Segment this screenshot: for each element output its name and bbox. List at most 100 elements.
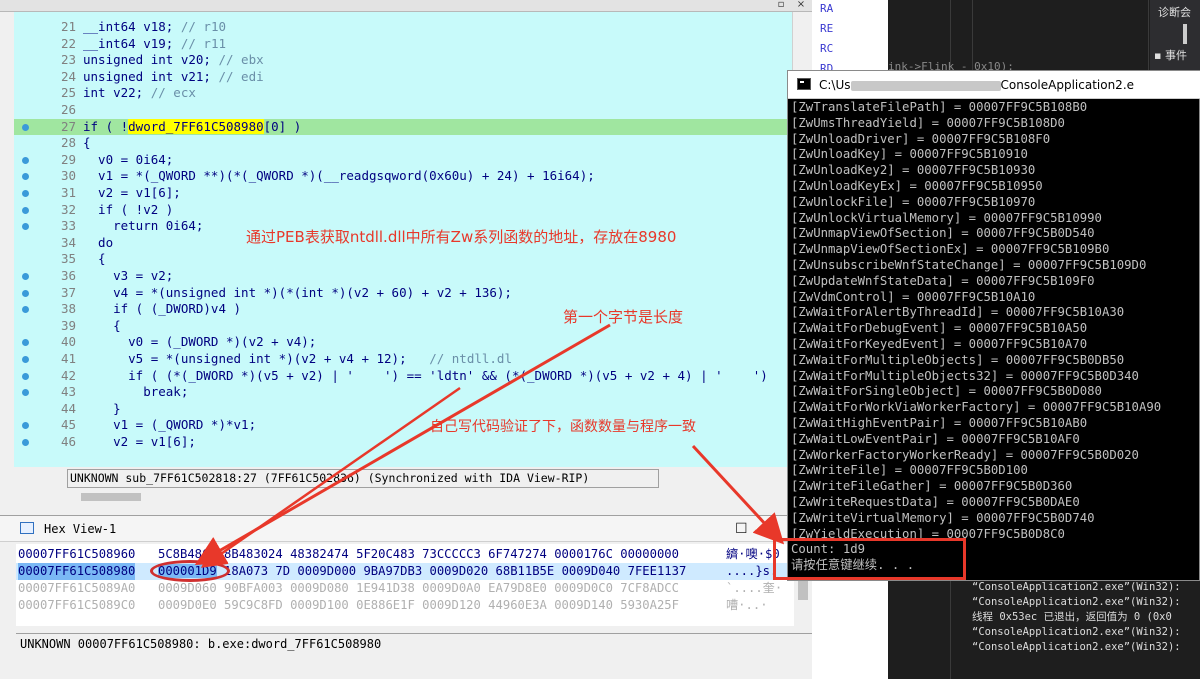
code-line[interactable]: 31 v2 = v1[6];: [14, 185, 792, 202]
breakpoint-dot-icon[interactable]: [22, 422, 29, 430]
events-label-text: 事件: [1164, 49, 1187, 62]
diagnostics-label[interactable]: 诊断会: [1158, 4, 1191, 20]
line-number: 39: [60, 317, 76, 333]
code-fragment: v2 = v1[6];: [83, 434, 196, 449]
hex-ascii: `....奎·: [726, 581, 783, 595]
code-line[interactable]: 21 __int64 v18; // r10: [14, 19, 792, 36]
hex-bytes[interactable]: 000001D9 18A073 7D 0009D000 9BA97DB3 000…: [158, 563, 686, 580]
locals-row-label: RC: [820, 42, 834, 55]
code-line[interactable]: 42 if ( (*(_DWORD *)(v5 + v2) | ' ') == …: [14, 368, 792, 385]
code-text: v0 = 0i64;: [83, 152, 173, 169]
breakpoint-dot-icon[interactable]: [22, 273, 29, 280]
line-number: 33: [60, 218, 76, 234]
console-line: [ZwUnmapViewOfSectionEx] = 00007FF9C5B10…: [791, 242, 1110, 257]
hex-address: 00007FF61C508960: [18, 547, 136, 561]
annotation-first-byte: 第一个字节是长度: [563, 308, 684, 326]
code-text: return 0i64;: [83, 218, 203, 235]
code-line[interactable]: 28 {: [14, 135, 792, 152]
hex-row[interactable]: 00007FF61C5089A0 0009D060 90BFA003 0009D0…: [16, 580, 794, 597]
code-line[interactable]: 29 v0 = 0i64;: [14, 152, 792, 169]
code-line[interactable]: 41 v5 = *(unsigned int *)(v2 + v4 + 12);…: [14, 351, 792, 368]
breakpoint-dot-icon[interactable]: [22, 306, 29, 314]
code-text: }: [83, 401, 121, 418]
code-text: if ( (*(_DWORD *)(v5 + v2) | ' ') == 'ld…: [83, 368, 768, 385]
hex-row[interactable]: 00007FF61C508960 5C8B48C0 8B483024 483824…: [16, 546, 794, 563]
code-text: unsigned int v21; // edi: [83, 69, 264, 86]
code-line[interactable]: 25 int v22; // ecx: [14, 85, 792, 102]
breakpoint-dot-icon[interactable]: [22, 156, 29, 164]
code-line[interactable]: 37 v4 = *(unsigned int *)(*(int *)(v2 + …: [14, 285, 792, 302]
pseudocode-status-bar: UNKNOWN sub_7FF61C502818:27 (7FF61C50283…: [67, 469, 659, 488]
scrollbar-thumb[interactable]: [81, 493, 141, 501]
console-line: [ZwUnloadKey2] = 00007FF9C5B10930: [791, 163, 1036, 178]
code-line[interactable]: 26: [14, 102, 792, 119]
line-number: 29: [60, 151, 76, 167]
hex-dump[interactable]: 00007FF61C508960 5C8B48C0 8B483024 483824…: [16, 544, 794, 626]
restore-button[interactable]: ▫: [775, 0, 787, 11]
breakpoint-dot-icon[interactable]: [22, 223, 29, 231]
breakpoint-dot-icon[interactable]: [22, 389, 29, 397]
hex-bytes[interactable]: 5C8B48C0 8B483024 48382474 5F20C483 73CC…: [158, 546, 679, 563]
breakpoint-dot-icon[interactable]: [22, 206, 29, 214]
close-button[interactable]: ×: [760, 521, 772, 537]
line-number: 45: [60, 417, 76, 433]
console-line: [ZwUnloadDriver] = 00007FF9C5B108F0: [791, 131, 1051, 146]
console-line: [ZwUnsubscribeWnfStateChange] = 00007FF9…: [791, 258, 1147, 272]
code-text: v3 = v2;: [83, 268, 173, 285]
events-label[interactable]: ▪ 事件: [1154, 47, 1187, 63]
code-line[interactable]: 44 }: [14, 401, 792, 418]
breakpoint-dot-icon[interactable]: [22, 289, 29, 297]
line-number: 36: [60, 268, 76, 283]
code-text: {: [83, 135, 91, 152]
code-line[interactable]: 46 v2 = v1[6];: [14, 434, 792, 451]
code-fragment: [0] ): [263, 118, 302, 134]
hex-row[interactable]: 00007FF61C508980 000001D9 18A073 7D 0009D…: [16, 563, 794, 580]
restore-button[interactable]: ☐: [735, 521, 748, 537]
code-line[interactable]: 23 unsigned int v20; // ebx: [14, 52, 792, 69]
hex-ascii: 嘈·..·: [726, 598, 768, 612]
code-text: v1 = (_QWORD *)*v1;: [83, 417, 256, 434]
hex-address: 00007FF61C508980: [18, 563, 136, 580]
breakpoint-dot-icon[interactable]: [22, 123, 29, 131]
hex-ascii: 纃·噢·$0: [726, 547, 780, 561]
breakpoint-dot-icon[interactable]: [22, 439, 29, 446]
console-titlebar[interactable]: C:\Us ConsoleApplication2.e: [788, 71, 1200, 99]
breakpoint-dot-icon[interactable]: [22, 372, 29, 380]
console-line: [ZwUnlockVirtualMemory] = 00007FF9C5B109…: [791, 210, 1102, 225]
code-line[interactable]: 32 if ( !v2 ): [14, 202, 792, 219]
breakpoint-dot-icon[interactable]: [22, 339, 29, 347]
hex-address: 00007FF61C5089C0: [18, 598, 136, 612]
hex-status-bar: UNKNOWN 00007FF61C508980: b.exe:dword_7F…: [16, 633, 812, 653]
output-line: “ConsoleApplication2.exe”(Win32):: [972, 626, 1181, 638]
breakpoint-dot-icon[interactable]: [22, 173, 29, 181]
code-fragment: return 0i64;: [83, 218, 204, 234]
hex-bytes[interactable]: 0009D0E0 59C9C8FD 0009D100 0E886E1F 0009…: [158, 597, 679, 614]
code-text: {: [83, 318, 121, 335]
line-number: 43: [60, 384, 76, 400]
hex-bytes[interactable]: 0009D060 90BFA003 0009D080 1E941D38 0009…: [158, 580, 679, 597]
code-fragment: break;: [83, 384, 189, 400]
breakpoint-dot-icon[interactable]: [22, 356, 29, 363]
code-fragment: v0 = 0i64;: [83, 151, 174, 167]
code-line[interactable]: 36 v3 = v2;: [14, 268, 792, 285]
code-fragment: v4 = *(unsigned int *)(*(int *)(v2 + 60)…: [83, 284, 512, 300]
annotation-count-box: [773, 538, 966, 580]
code-line[interactable]: 30 v1 = *(_QWORD **)(*(_QWORD *)(__readg…: [14, 168, 792, 185]
line-number: 22: [60, 35, 76, 51]
code-line[interactable]: 24 unsigned int v21; // edi: [14, 69, 792, 86]
code-line[interactable]: 22 __int64 v19; // r11: [14, 36, 792, 53]
console-title-suffix: ConsoleApplication2.e: [1000, 78, 1135, 92]
code-fragment: v3 = v2;: [83, 268, 174, 283]
console-line: [ZwWriteRequestData] = 00007FF9C5B0DAE0: [791, 495, 1080, 509]
code-line[interactable]: 27 if ( !dword_7FF61C508980[0] ): [14, 118, 792, 136]
code-text: __int64 v18; // r10: [83, 19, 226, 36]
code-text: if ( (_DWORD)v4 ): [83, 301, 241, 318]
code-line[interactable]: 35 {: [14, 251, 792, 268]
pseudocode-horizontal-scrollbar[interactable]: [67, 490, 812, 504]
code-line[interactable]: 43 break;: [14, 384, 792, 401]
highlighted-symbol[interactable]: dword_7FF61C508980: [128, 118, 264, 134]
close-button[interactable]: ×: [795, 0, 807, 11]
hex-row[interactable]: 00007FF61C5089C0 0009D0E0 59C9C8FD 0009D1…: [16, 597, 794, 614]
code-line[interactable]: 40 v0 = (_DWORD *)(v2 + v4);: [14, 334, 792, 351]
breakpoint-dot-icon[interactable]: [22, 190, 29, 197]
